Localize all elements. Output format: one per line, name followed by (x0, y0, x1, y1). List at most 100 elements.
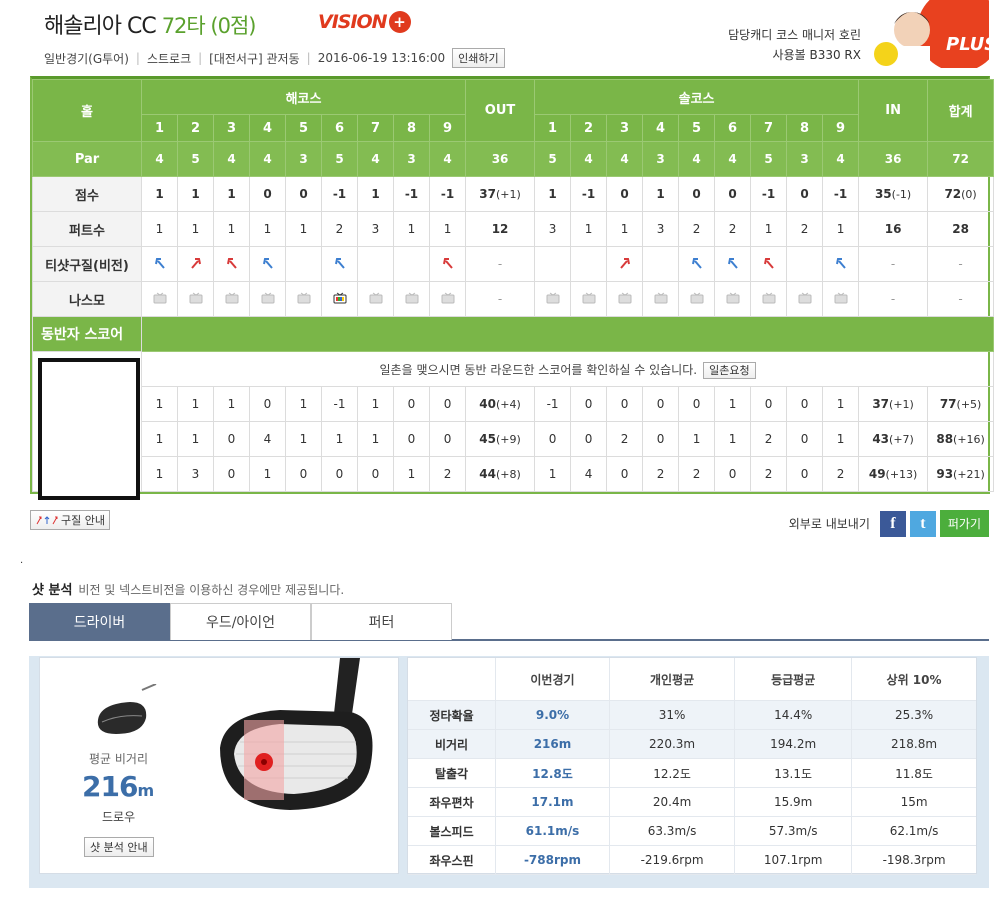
shot-shape-guide-label: 구질 안내 (61, 514, 105, 527)
shot-analysis-note: 비전 및 넥스트비전을 이용하신 경우에만 제공됩니다. (78, 583, 345, 597)
putt-row-cell: 1 (428, 211, 467, 247)
tee-cell (393, 246, 430, 282)
score-cell: 1 (357, 176, 394, 212)
stats-cell: 63.3m/s (608, 816, 735, 846)
print-button[interactable]: 인쇄하기 (452, 48, 505, 68)
hole-number: 8 (393, 114, 430, 142)
stats-cell: 25.3% (851, 700, 976, 730)
stats-cell: 13.1도 (734, 758, 852, 788)
companion-cell: 0 (570, 421, 608, 457)
companion-total: 77(+5) (927, 386, 995, 422)
stats-row: 볼스피드 61.1m/s 63.3m/s 57.3m/s 62.1m/s (408, 816, 976, 846)
par-row-cell: 4 (822, 141, 860, 177)
location: [대전서구] 관저동 (209, 51, 300, 66)
tee-cell (750, 246, 788, 282)
putt-row-cell: 3 (642, 211, 680, 247)
nasmo-empty-icon (225, 292, 239, 307)
putt-row-cell: 1 (822, 211, 860, 247)
tab-wood-iron[interactable]: 우드/아이언 (170, 603, 311, 640)
stats-row: 탈출각 12.8도 12.2도 13.1도 11.8도 (408, 758, 976, 788)
tee-cell (714, 246, 752, 282)
tab-putter[interactable]: 퍼터 (311, 603, 452, 640)
companion-cell: 0 (213, 421, 250, 457)
shot-analysis-heading: 샷 분석 (32, 583, 73, 598)
companion-in: 49(+13) (858, 456, 929, 492)
facebook-icon[interactable]: f (879, 510, 906, 537)
companion-cell: 1 (177, 386, 214, 422)
companion-cell: 3 (177, 456, 214, 492)
score-in: 35(-1) (858, 176, 929, 212)
hole-header: 홀 (32, 79, 142, 142)
par-row-cell: 5 (321, 141, 358, 177)
nasmo-video-icon[interactable] (333, 292, 347, 307)
hole-number: 9 (428, 114, 467, 142)
svg-text:PLUS: PLUS (946, 34, 989, 55)
twitter-icon[interactable]: t (909, 510, 936, 537)
companion-total-diff: (+16) (953, 433, 985, 446)
score-out-value: 37 (479, 187, 496, 201)
companion-cell: 2 (678, 456, 716, 492)
logo-text: VISION (318, 11, 388, 33)
hole-number: 4 (642, 114, 680, 142)
nasmo-empty-icon (189, 292, 203, 307)
putt-row-in: 16 (858, 211, 929, 247)
stats-cell: 62.1m/s (851, 816, 976, 846)
shot-analysis-guide-button[interactable]: 샷 분석 안내 (84, 837, 154, 857)
putt-row-cell: 1 (606, 211, 644, 247)
total-score: 72타 (0점) (161, 14, 257, 38)
companion-cell: 1 (822, 386, 860, 422)
game-type: 일반경기(G투어) (44, 51, 129, 66)
companion-cell: 2 (606, 421, 644, 457)
score-cell: -1 (570, 176, 608, 212)
tee-row-label: 티샷구질(비전) (32, 246, 142, 282)
nasmo-cell (534, 281, 572, 317)
nasmo-cell (285, 281, 322, 317)
course2-header: 솔코스 (534, 79, 860, 115)
score-cell: 0 (678, 176, 716, 212)
score-cell: 0 (786, 176, 824, 212)
companion-in-diff: (+1) (889, 398, 914, 411)
tab-driver[interactable]: 드라이버 (29, 603, 170, 640)
companion-cell: 0 (786, 421, 824, 457)
share-bar: 외부로 내보내기 f t 퍼가기 (789, 510, 989, 537)
shot-shape-guide-button[interactable]: 구질 안내 (30, 510, 110, 530)
shot-arrows-icon (36, 516, 58, 525)
stats-cell: 15m (851, 787, 976, 817)
nasmo-cell (321, 281, 358, 317)
putt-row-cell: 1 (213, 211, 250, 247)
companion-cell: 2 (428, 456, 467, 492)
par-row-cell: 4 (249, 141, 286, 177)
tee-cell (321, 246, 358, 282)
stats-cell: 17.1m (495, 787, 610, 817)
companion-out-diff: (+4) (495, 398, 521, 411)
scrap-button[interactable]: 퍼가기 (939, 510, 989, 537)
nasmo-cell (786, 281, 824, 317)
stats-cell: 15.9m (734, 787, 852, 817)
shot-direction-icon (618, 257, 632, 272)
tee-total: - (927, 246, 995, 282)
tee-cell (285, 246, 322, 282)
companion-cell: 0 (642, 386, 680, 422)
companion-cell: 1 (714, 421, 752, 457)
nasmo-empty-icon (798, 292, 812, 307)
score-cell: 1 (213, 176, 250, 212)
friend-request-button[interactable]: 일촌요청 (703, 361, 756, 379)
par-row-cell: 4 (428, 141, 467, 177)
companion-cell: 0 (750, 386, 788, 422)
companion-in-value: 37 (872, 397, 890, 411)
companion-cell: 1 (678, 421, 716, 457)
par-row-cell: 4 (570, 141, 608, 177)
companion-cell: 0 (606, 386, 644, 422)
companion-cell: 0 (321, 456, 358, 492)
companion-cell: 1 (249, 456, 286, 492)
par-row-out: 36 (465, 141, 536, 177)
companion-cell: 0 (534, 421, 572, 457)
hole-number: 2 (570, 114, 608, 142)
companion-out-value: 44 (479, 467, 496, 481)
companion-out: 44(+8) (465, 456, 536, 492)
nasmo-total: - (927, 281, 995, 317)
par-row-cell: 5 (750, 141, 788, 177)
shot-direction-icon (333, 257, 347, 272)
nasmo-empty-icon (834, 292, 848, 307)
hole-number: 2 (177, 114, 214, 142)
